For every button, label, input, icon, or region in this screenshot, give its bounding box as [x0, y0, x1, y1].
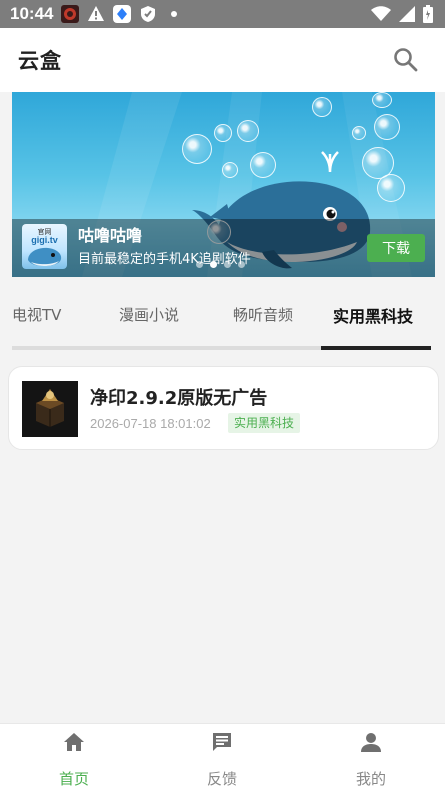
warning-icon: [87, 5, 105, 23]
dot-icon: [165, 5, 183, 23]
carousel-dot[interactable]: [238, 261, 245, 268]
tab-tech-tools[interactable]: 实用黑科技: [333, 303, 413, 327]
battery-icon: [423, 5, 433, 27]
search-icon[interactable]: [393, 47, 419, 73]
bubble-decoration: [377, 174, 405, 202]
bubble-decoration: [222, 162, 238, 178]
item-title: 净印2.9.2原版无广告: [90, 388, 268, 409]
bottom-navigation: 首页 反馈 我的: [0, 723, 445, 795]
nav-home[interactable]: 首页: [0, 724, 148, 795]
bubble-decoration: [250, 152, 276, 178]
logo-whale-icon: [28, 247, 62, 266]
bubble-decoration: [374, 114, 400, 140]
carousel-indicator: [196, 261, 245, 268]
bubble-decoration: [182, 134, 212, 164]
carousel-dot[interactable]: [196, 261, 203, 268]
promo-banner[interactable]: 官网 gigi.tv 咕噜咕噜 目前最稳定的手机4K追剧软件 下载: [12, 92, 435, 277]
tab-tv[interactable]: 电视TV: [12, 304, 61, 325]
item-date: 2026-07-18 18:01:02: [90, 416, 211, 431]
nav-profile[interactable]: 我的: [297, 724, 445, 795]
tab-audio[interactable]: 畅听音频: [233, 304, 293, 325]
wifi-icon: [371, 6, 391, 26]
tab-active-indicator: [321, 346, 431, 350]
banner-app-logo: 官网 gigi.tv: [22, 224, 67, 269]
signal-icon: [399, 6, 415, 26]
banner-title: 咕噜咕噜: [78, 226, 143, 245]
bubble-decoration: [312, 97, 332, 117]
page-title: 云盒: [18, 49, 62, 73]
home-icon: [62, 730, 86, 754]
item-thumbnail: [22, 381, 78, 437]
carousel-dot[interactable]: [210, 261, 217, 268]
status-bar: 10:44: [0, 0, 445, 28]
status-time: 10:44: [10, 4, 54, 23]
list-item[interactable]: 净印2.9.2原版无广告 2026-07-18 18:01:02 实用黑科技: [8, 366, 439, 450]
person-icon: [359, 730, 383, 754]
nav-home-label: 首页: [58, 770, 89, 788]
item-category-tag: 实用黑科技: [228, 413, 301, 433]
app-bar: 云盒: [0, 28, 445, 92]
app-blue-icon: [113, 5, 132, 23]
tab-comics-novels[interactable]: 漫画小说: [119, 304, 179, 325]
bubble-decoration: [237, 120, 259, 142]
category-tabs: 电视TV 漫画小说 畅听音频 实用黑科技: [12, 290, 431, 350]
app-notification-icon: [61, 5, 80, 23]
shield-icon: [139, 5, 157, 23]
carousel-dot[interactable]: [224, 261, 231, 268]
nav-profile-label: 我的: [355, 770, 386, 788]
bubble-decoration: [214, 124, 232, 142]
bubble-decoration: [352, 126, 366, 140]
bubble-decoration: [372, 92, 392, 108]
nav-feedback-label: 反馈: [206, 770, 237, 788]
download-button[interactable]: 下载: [367, 234, 425, 262]
message-icon: [210, 730, 234, 754]
nav-feedback[interactable]: 反馈: [148, 724, 296, 795]
